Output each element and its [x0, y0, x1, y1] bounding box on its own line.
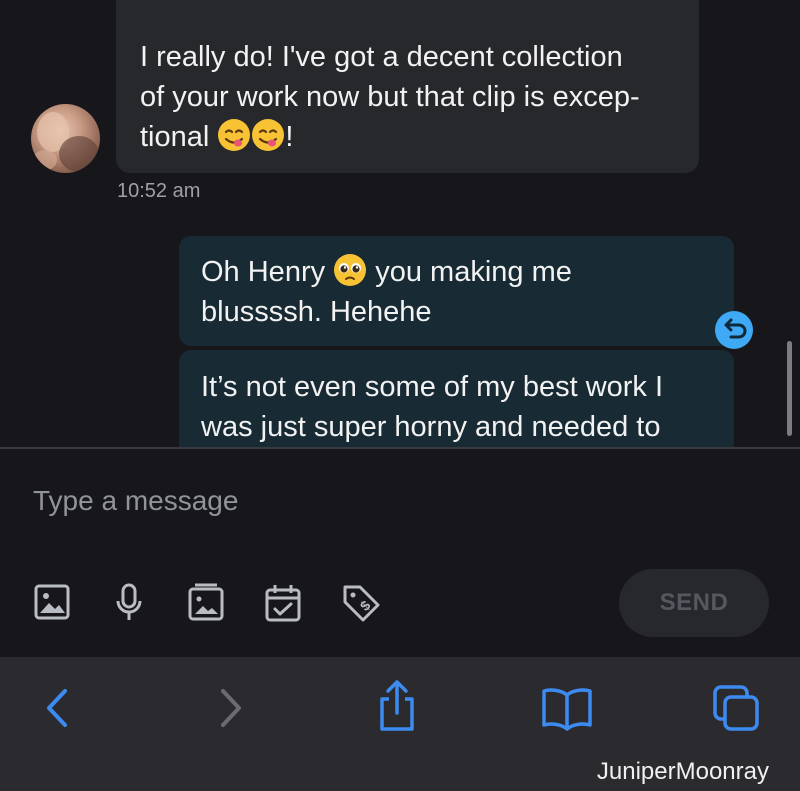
forward-icon[interactable] [205, 683, 255, 733]
bookmarks-icon[interactable] [541, 685, 592, 735]
message-text-segment: you making me [375, 256, 572, 288]
received-message-bubble[interactable]: I really do! I've got a decent collectio… [116, 0, 699, 173]
vault-icon[interactable] [187, 583, 227, 623]
message-text-line: I really do! I've got a decent collectio… [140, 41, 623, 73]
microphone-icon[interactable] [110, 583, 150, 623]
sent-message-bubble[interactable]: Oh Henry you making me blussssh. Hehehe [179, 236, 734, 346]
back-icon[interactable] [33, 683, 83, 733]
browser-toolbar: JuniperMoonray [0, 657, 800, 791]
undo-icon[interactable] [715, 311, 753, 349]
message-text-segment: ! [285, 121, 294, 153]
message-text-line: tional ! [140, 117, 675, 157]
price-tag-icon[interactable]: $ [341, 583, 381, 623]
message-text-segment: tional [140, 121, 210, 153]
watermark: JuniperMoonray [596, 758, 769, 785]
message-composer: $ SEND [0, 449, 800, 657]
message-timestamp: 10:52 am [117, 180, 201, 202]
message-text-segment: Oh Henry [201, 256, 326, 288]
message-text-line: blussssh. Hehehe [201, 296, 432, 328]
message-thread[interactable]: I really do! I've got a decent collectio… [0, 0, 800, 448]
scrollbar[interactable] [787, 341, 792, 436]
yum-face-emoji-icon [252, 119, 285, 151]
message-input[interactable] [33, 479, 593, 523]
message-text-line: was just super horny and needed to [201, 411, 661, 443]
send-button[interactable]: SEND [619, 569, 769, 637]
message-text-line: Oh Henry you making me [201, 252, 712, 292]
tabs-icon[interactable] [712, 684, 762, 734]
sent-message-bubble[interactable]: It’s not even some of my best work I was… [179, 350, 734, 448]
calendar-check-icon[interactable] [264, 583, 304, 623]
share-icon[interactable] [372, 679, 422, 731]
message-text-line: It’s not even some of my best work I [201, 371, 664, 403]
image-icon[interactable] [33, 583, 73, 623]
message-text-line: of your work now but that clip is excep- [140, 81, 640, 113]
pleading-face-emoji-icon [334, 254, 367, 286]
yum-face-emoji-icon [218, 119, 251, 151]
avatar[interactable] [31, 104, 100, 173]
